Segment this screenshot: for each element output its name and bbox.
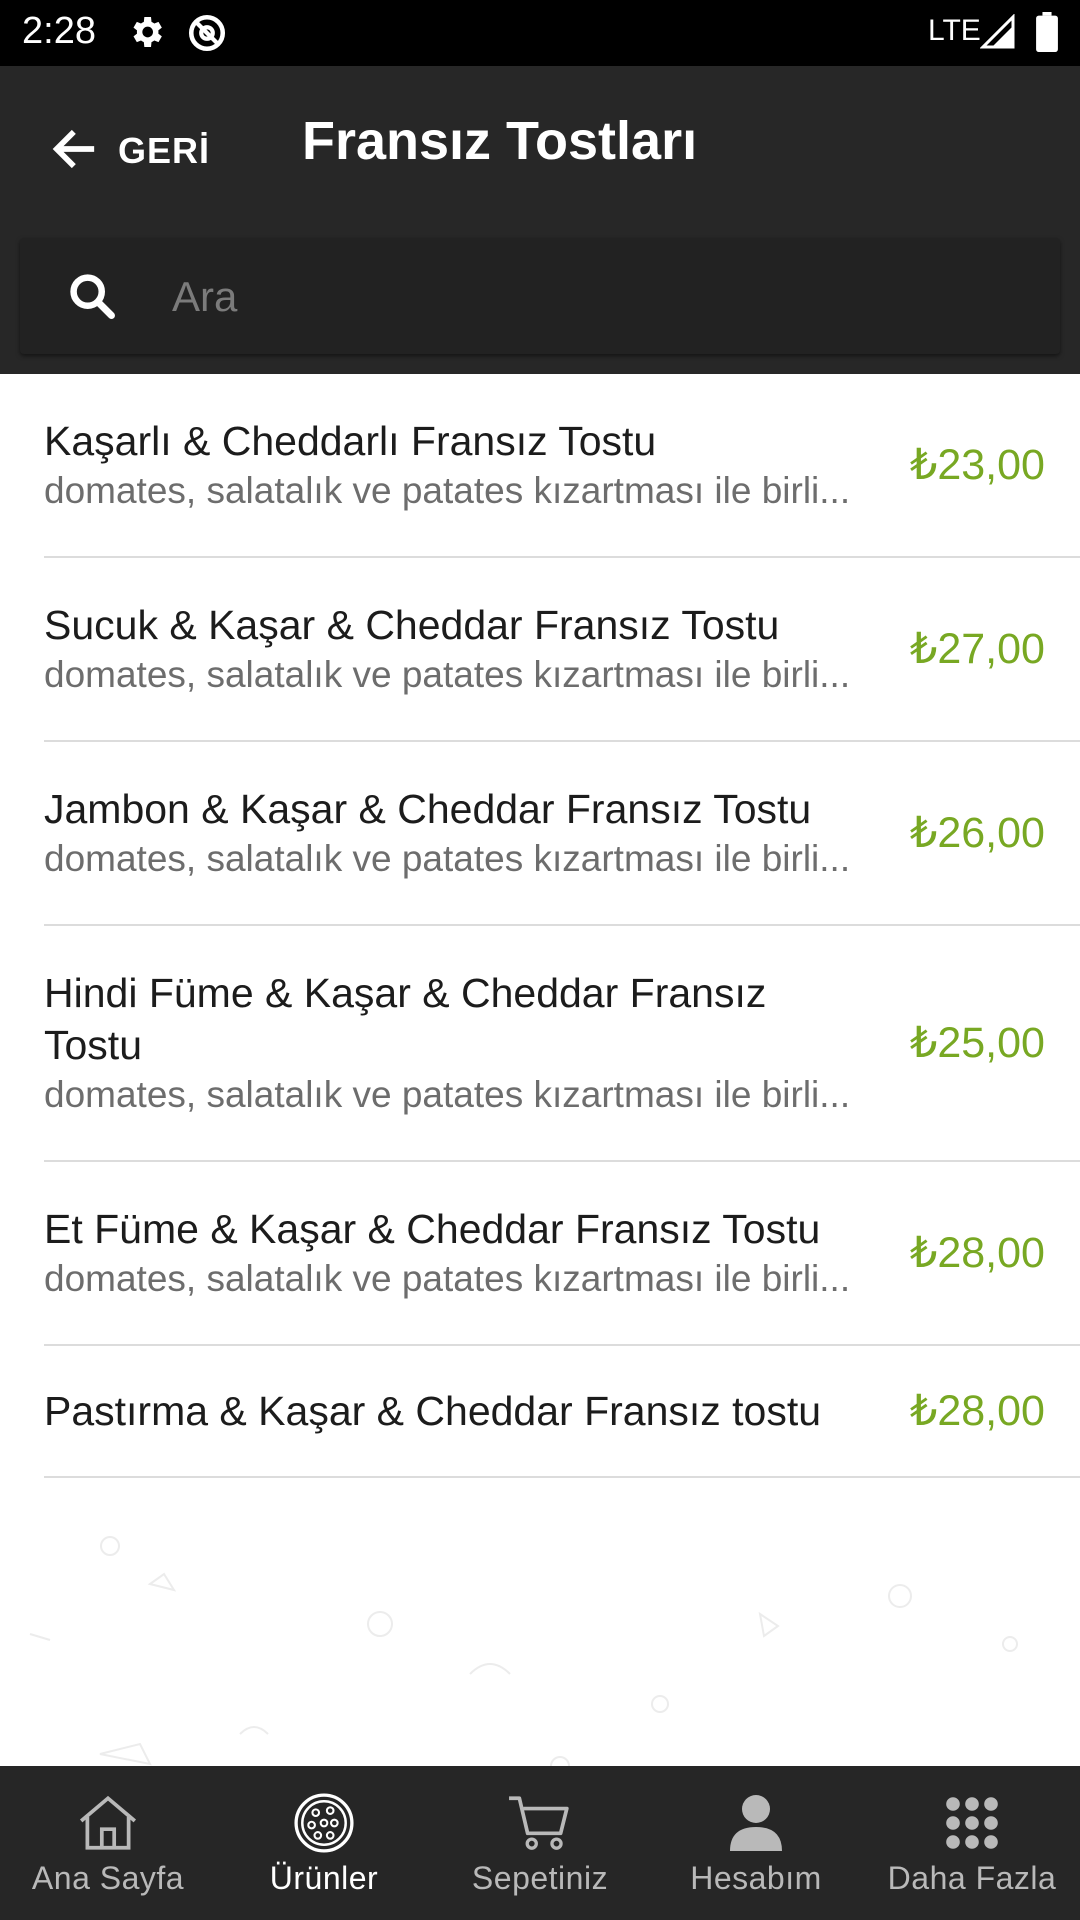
at-sign-icon <box>186 12 228 59</box>
nav-label: Daha Fazla <box>887 1860 1057 1896</box>
product-name: Et Füme & Kaşar & Cheddar Fransız Tostu <box>44 1206 821 1252</box>
product-row[interactable]: Et Füme & Kaşar & Cheddar Fransız Tostu … <box>44 1162 1080 1346</box>
back-button[interactable]: GERİ <box>48 116 218 186</box>
product-price: ₺28,00 <box>910 1387 1045 1435</box>
product-price: ₺25,00 <box>910 1019 1045 1067</box>
home-icon <box>75 1792 141 1854</box>
nav-home[interactable]: Ana Sayfa <box>0 1766 216 1920</box>
product-price: ₺28,00 <box>910 1229 1045 1277</box>
page-title: Fransız Tostları <box>302 111 698 171</box>
product-name: Kaşarlı & Cheddarlı Fransız Tostu <box>44 418 657 464</box>
product-price: ₺26,00 <box>910 809 1045 857</box>
product-description: domates, salatalık ve patates kızartması… <box>44 654 851 695</box>
nav-account[interactable]: Hesabım <box>648 1766 864 1920</box>
search-icon <box>66 270 118 327</box>
settings-gear-icon <box>126 12 166 57</box>
nav-cart[interactable]: Sepetiniz <box>432 1766 648 1920</box>
product-row[interactable]: Jambon & Kaşar & Cheddar Fransız Tostu d… <box>44 742 1080 926</box>
search-input[interactable] <box>170 258 1034 336</box>
nav-more[interactable]: Daha Fazla <box>864 1766 1080 1920</box>
more-grid-icon <box>945 1792 999 1854</box>
nav-products[interactable]: Ürünler <box>216 1766 432 1920</box>
pizza-icon <box>293 1792 355 1854</box>
product-description: domates, salatalık ve patates kızartması… <box>44 838 851 879</box>
product-name: Sucuk & Kaşar & Cheddar Fransız Tostu <box>44 602 780 648</box>
product-description: domates, salatalık ve patates kızartması… <box>44 470 851 511</box>
product-row[interactable]: Hindi Füme & Kaşar & Cheddar Fransız Tos… <box>44 926 1080 1162</box>
back-label: GERİ <box>118 130 211 171</box>
product-name: Jambon & Kaşar & Cheddar Fransız Tostu <box>44 786 812 832</box>
product-row[interactable]: Kaşarlı & Cheddarlı Fransız Tostu domate… <box>44 374 1080 558</box>
nav-label: Sepetiniz <box>471 1860 609 1896</box>
product-description: domates, salatalık ve patates kızartması… <box>44 1258 851 1299</box>
arrow-left-icon <box>48 123 100 180</box>
battery-icon <box>1036 12 1058 57</box>
search-bar <box>20 238 1060 354</box>
nav-label: Hesabım <box>690 1860 822 1896</box>
cart-icon <box>507 1792 573 1854</box>
network-type: LTE <box>928 14 981 47</box>
product-row[interactable]: Pastırma & Kaşar & Cheddar Fransız tostu… <box>44 1346 1080 1478</box>
product-list[interactable]: Kaşarlı & Cheddarlı Fransız Tostu domate… <box>0 374 1080 1766</box>
product-price: ₺27,00 <box>910 625 1045 673</box>
product-price: ₺23,00 <box>910 441 1045 489</box>
nav-label: Ürünler <box>269 1860 379 1896</box>
product-description: domates, salatalık ve patates kızartması… <box>44 1074 851 1115</box>
product-name: Hindi Füme & Kaşar & Cheddar Fransız Tos… <box>44 970 767 1068</box>
status-bar: 2:28 LTE <box>0 0 1080 66</box>
account-icon <box>728 1792 784 1854</box>
product-name: Pastırma & Kaşar & Cheddar Fransız tostu <box>44 1388 822 1434</box>
nav-label: Ana Sayfa <box>31 1860 185 1896</box>
signal-icon <box>979 13 1016 55</box>
status-time: 2:28 <box>22 10 96 52</box>
app-header: GERİ Fransız Tostları <box>0 66 1080 374</box>
product-row[interactable]: Sucuk & Kaşar & Cheddar Fransız Tostu do… <box>44 558 1080 742</box>
bottom-navigation: Ana Sayfa Ürünler Sepetiniz Hesabım Daha… <box>0 1766 1080 1920</box>
